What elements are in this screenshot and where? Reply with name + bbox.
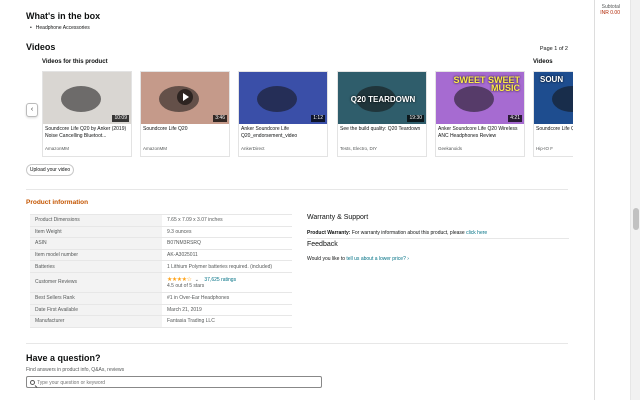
pi-key: Item Weight (30, 226, 162, 238)
pi-key: Best Sellers Rank (30, 292, 162, 305)
question-heading: Have a question? (26, 353, 101, 363)
video-thumbnail[interactable]: 10:09 (43, 72, 131, 124)
video-thumbnail[interactable]: 3:46 (141, 72, 229, 124)
section-divider (26, 343, 568, 344)
video-duration: 10:09 (112, 115, 129, 122)
search-icon (30, 380, 35, 385)
pi-key: Customer Reviews (30, 272, 162, 293)
play-icon[interactable] (177, 89, 193, 105)
video-title[interactable]: See the build quality: Q20 Teardown (340, 126, 425, 140)
thumbnail-overlay-text: SOUN (540, 75, 564, 84)
pi-key: ASIN (30, 237, 162, 250)
video-source: AmazonMM (143, 146, 168, 151)
section-divider (307, 238, 569, 239)
video-duration: 4:21 (508, 115, 522, 122)
table-row: Manufacturer Fantasia Trading LLC (30, 315, 292, 328)
video-thumbnail[interactable]: SWEET SWEET MUSIC 4:21 (436, 72, 524, 124)
feedback-prefix: Would you like to (307, 256, 345, 262)
videos-heading: Videos (26, 42, 56, 52)
table-row: Batteries 1 Lithium Polymer batteries re… (30, 260, 292, 273)
video-duration: 1:12 (311, 115, 325, 122)
cart-sidebar: Subtotal INR 0.00 (594, 0, 630, 400)
video-card[interactable]: SWEET SWEET MUSIC 4:21 Anker Soundcore Lif… (435, 71, 525, 157)
chevron-right-icon: › (407, 256, 409, 262)
table-row: Best Sellers Rank #1 in Over-Ear Headpho… (30, 292, 292, 305)
table-row: Item model number AK-A3025011 (30, 249, 292, 261)
video-thumbnail[interactable]: SOUN (534, 72, 573, 124)
video-duration: 3:46 (213, 115, 227, 122)
table-row: Item Weight 9.3 ounces (30, 226, 292, 238)
warranty-heading: Warranty & Support (307, 214, 369, 221)
pi-value: Fantasia Trading LLC (167, 318, 215, 325)
pi-key: Product Dimensions (30, 214, 162, 227)
video-title[interactable]: Soundcore Life Q20 Review (536, 126, 573, 140)
pi-value: B07NM3RSRQ (167, 240, 201, 247)
video-thumbnail[interactable]: Q20 TEARDOWN 19:30 (338, 72, 426, 124)
pi-key: Batteries (30, 260, 162, 273)
table-row: ASIN B07NM3RSRQ (30, 237, 292, 250)
video-card[interactable]: 1:12 Anker Soundcore Life Q20_endorsement… (238, 71, 328, 157)
carousel-prev-button[interactable]: ‹ (26, 103, 38, 117)
video-source: AnkerDirect (241, 146, 265, 151)
warranty-click-here-link[interactable]: click here (466, 230, 487, 236)
feedback-heading: Feedback (307, 241, 338, 248)
customer-reviews-cell: ★★★★☆ ⌄ 37,625 ratings 4.5 out of 5 star… (162, 272, 292, 292)
thumbnail-art (61, 86, 101, 112)
whats-in-box-heading: What's in the box (26, 11, 101, 21)
rating-out-of: 4.5 out of 5 stars (167, 282, 205, 289)
box-item: Headphone Accessories (30, 25, 90, 31)
ratings-count-link[interactable]: 37,625 ratings (204, 277, 236, 283)
feedback-text: Would you like to tell us about a lower … (307, 256, 409, 262)
warranty-description: For warranty information about this prod… (351, 230, 465, 236)
video-source: Tests, Electro, DIY (340, 146, 378, 151)
page-scrollbar[interactable] (630, 0, 640, 400)
thumbnail-overlay-text: SWEET SWEET MUSIC (453, 75, 520, 93)
warranty-label: Product Warranty: (307, 230, 351, 236)
product-info-heading: Product information (26, 199, 89, 206)
video-thumbnail[interactable]: 1:12 (239, 72, 327, 124)
video-title[interactable]: Anker Soundcore Life Q20 Wireless ANC He… (438, 126, 523, 140)
lower-price-link[interactable]: tell us about a lower price? (346, 256, 405, 262)
thumbnail-art (552, 86, 573, 112)
videos-for-product-heading: Videos for this product (42, 59, 108, 65)
video-card[interactable]: SOUN Soundcore Life Q20 Review Hip-IO F (533, 71, 573, 157)
table-row: Customer Reviews ★★★★☆ ⌄ 37,625 ratings … (30, 272, 292, 293)
pi-value: 9.3 ounces (167, 228, 192, 235)
video-title[interactable]: Soundcore Life Q20 by Anker (2019) Noise… (45, 126, 130, 140)
warranty-text: Product Warranty: For warranty informati… (307, 230, 487, 236)
product-info-table: Product Dimensions 7.65 x 7.09 x 3.07 in… (30, 214, 292, 328)
pi-value: AK-A3025011 (167, 252, 198, 259)
thumbnail-overlay-text: Q20 TEARDOWN (350, 95, 416, 104)
pi-key: Manufacturer (30, 315, 162, 328)
pi-value: March 21, 2019 (167, 306, 202, 313)
video-source: Hip-IO F (536, 146, 554, 151)
video-card[interactable]: Q20 TEARDOWN 19:30 See the build quality: … (337, 71, 427, 157)
table-row: Product Dimensions 7.65 x 7.09 x 3.07 in… (30, 214, 292, 227)
main-content: What's in the box Headphone Accessories … (0, 0, 594, 400)
pi-key: Item model number (30, 249, 162, 261)
video-source: AmazonMM (45, 146, 70, 151)
section-divider (26, 189, 568, 190)
video-card[interactable]: 10:09 Soundcore Life Q20 by Anker (2019) … (42, 71, 132, 157)
video-title[interactable]: Soundcore Life Q20 (143, 126, 228, 140)
subtotal-value: INR 0.00 (600, 10, 620, 16)
thumbnail-art (257, 86, 297, 112)
best-sellers-rank[interactable]: #1 in Over-Ear Headphones (162, 292, 292, 304)
question-hint: Find answers in product info, Q&As, revi… (26, 367, 125, 373)
video-duration: 19:30 (407, 115, 424, 122)
pi-value: 1 Lithium Polymer batteries required. (i… (167, 263, 273, 270)
video-card[interactable]: 3:46 Soundcore Life Q20 AmazonMM (140, 71, 230, 157)
video-source: Geekanoids (438, 146, 463, 151)
question-search-input[interactable] (37, 378, 317, 387)
pi-value: 7.65 x 7.09 x 3.07 inches (167, 217, 223, 224)
question-search-box[interactable] (26, 376, 322, 388)
videos-related-heading: Videos (533, 59, 553, 65)
chevron-left-icon: ‹ (30, 106, 34, 113)
videos-page-info: Page 1 of 2 (539, 46, 568, 52)
video-title[interactable]: Anker Soundcore Life Q20_endorsement_vid… (241, 126, 326, 140)
table-row: Date First Available March 21, 2019 (30, 304, 292, 316)
pi-key: Date First Available (30, 304, 162, 316)
scrollbar-thumb[interactable] (633, 208, 639, 230)
upload-video-button[interactable]: Upload your video (26, 164, 74, 176)
